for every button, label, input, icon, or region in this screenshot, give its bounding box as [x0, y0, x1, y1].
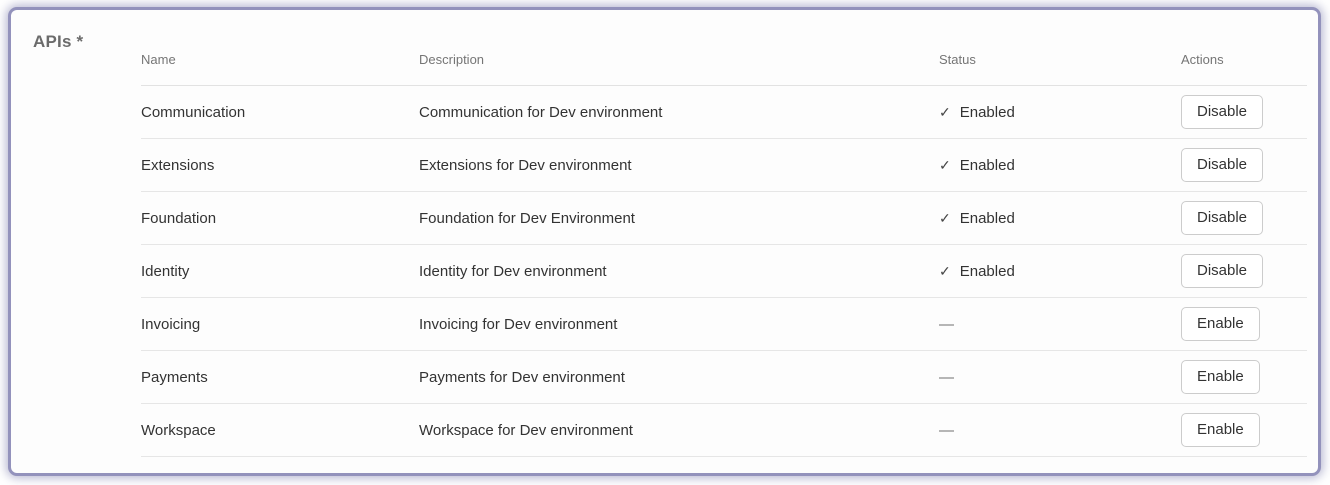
api-name: Invoicing: [141, 315, 201, 333]
status-text: Enabled: [959, 262, 1015, 280]
api-description: Extensions for Dev environment: [419, 156, 632, 174]
api-actions: Disable: [1181, 201, 1307, 235]
api-name: Communication: [141, 103, 246, 121]
status-text: Enabled: [959, 156, 1015, 174]
check-icon: ✓: [939, 156, 951, 173]
status-dash: —: [939, 368, 954, 386]
status-text: Enabled: [959, 103, 1015, 121]
api-description: Identity for Dev environment: [419, 262, 607, 280]
table-row-workspace: Workspace Workspace for Dev environment …: [141, 404, 1307, 457]
api-actions: Enable: [1181, 413, 1307, 447]
disable-button[interactable]: Disable: [1181, 95, 1264, 129]
table-row-invoicing: Invoicing Invoicing for Dev environment …: [141, 298, 1307, 351]
api-status: ✓ Enabled: [939, 210, 1181, 227]
check-icon: ✓: [939, 262, 951, 279]
check-icon: ✓: [939, 209, 951, 226]
api-name: Foundation: [141, 209, 217, 227]
status-dash: —: [939, 315, 954, 333]
table-row-extensions: Extensions Extensions for Dev environmen…: [141, 139, 1307, 192]
api-description: Payments for Dev environment: [419, 368, 625, 386]
api-description: Invoicing for Dev environment: [419, 315, 618, 333]
api-status: —: [939, 369, 1181, 386]
api-status: —: [939, 422, 1181, 439]
field-label-column: APIs *: [11, 10, 141, 52]
apis-panel: APIs * Name Description Status Actions C…: [11, 10, 1318, 473]
api-description: Workspace for Dev environment: [419, 421, 633, 439]
api-description: Communication for Dev environment: [419, 103, 663, 121]
api-status: ✓ Enabled: [939, 157, 1181, 174]
api-name: Identity: [141, 262, 190, 280]
table-row-communication: Communication Communication for Dev envi…: [141, 86, 1307, 139]
disable-button[interactable]: Disable: [1181, 254, 1264, 288]
enable-button[interactable]: Enable: [1181, 360, 1260, 394]
api-description: Foundation for Dev Environment: [419, 209, 635, 227]
enable-button[interactable]: Enable: [1181, 307, 1260, 341]
api-status: ✓ Enabled: [939, 104, 1181, 121]
table-row-identity: Identity Identity for Dev environment ✓ …: [141, 245, 1307, 298]
api-name: Workspace: [141, 421, 216, 439]
check-icon: ✓: [939, 103, 951, 120]
api-status: —: [939, 316, 1181, 333]
table-row-foundation: Foundation Foundation for Dev Environmen…: [141, 192, 1307, 245]
status-text: Enabled: [959, 209, 1015, 227]
api-actions: Enable: [1181, 307, 1307, 341]
disable-button[interactable]: Disable: [1181, 148, 1264, 182]
status-dash: —: [939, 421, 954, 439]
column-header-status: Status: [939, 52, 976, 67]
table-header-row: Name Description Status Actions: [141, 12, 1307, 86]
enable-button[interactable]: Enable: [1181, 413, 1260, 447]
apis-field-label: APIs *: [33, 32, 84, 51]
api-name: Extensions: [141, 156, 215, 174]
column-header-name: Name: [141, 52, 176, 67]
apis-table: Name Description Status Actions Communic…: [141, 10, 1307, 457]
api-actions: Enable: [1181, 360, 1307, 394]
api-actions: Disable: [1181, 95, 1307, 129]
api-status: ✓ Enabled: [939, 263, 1181, 280]
disable-button[interactable]: Disable: [1181, 201, 1264, 235]
api-name: Payments: [141, 368, 208, 386]
api-actions: Disable: [1181, 148, 1307, 182]
column-header-actions: Actions: [1181, 52, 1224, 67]
api-actions: Disable: [1181, 254, 1307, 288]
table-row-payments: Payments Payments for Dev environment — …: [141, 351, 1307, 404]
column-header-description: Description: [419, 52, 485, 67]
